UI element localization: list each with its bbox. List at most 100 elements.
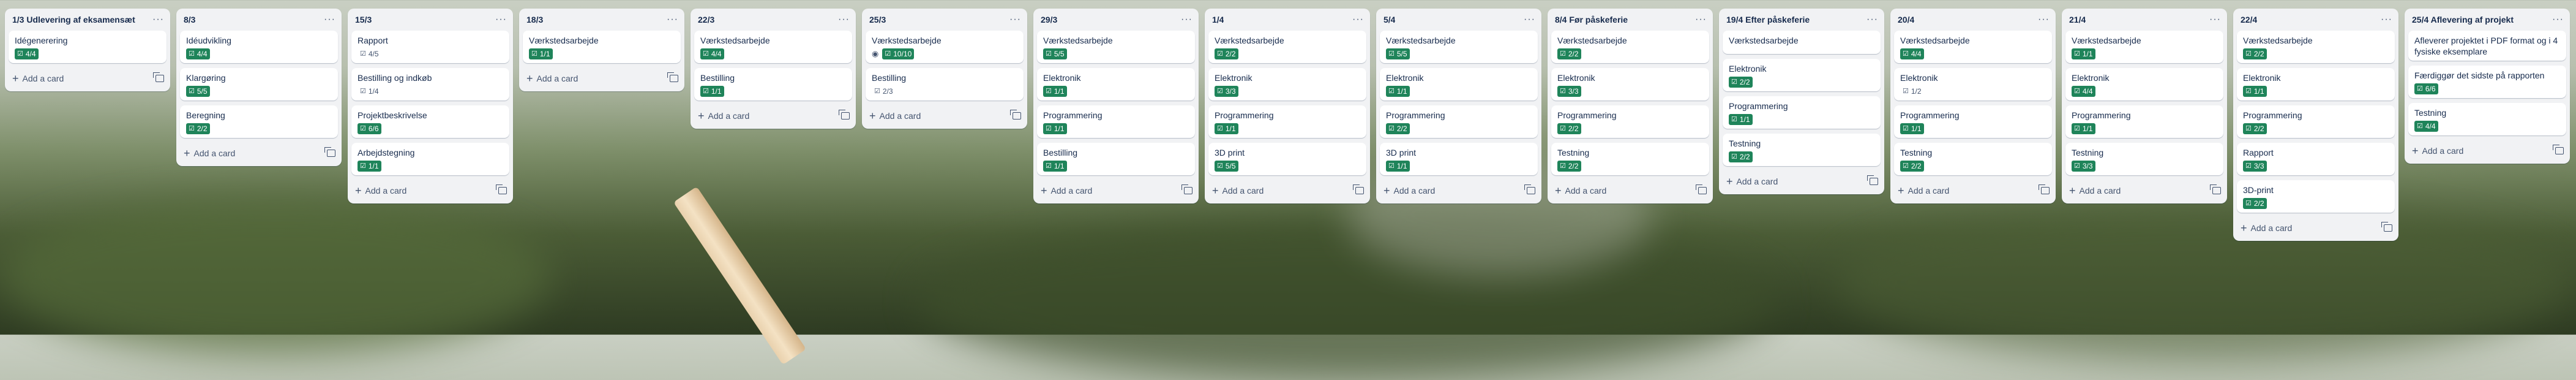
add-card-button[interactable]: + Add a card (1212, 185, 1264, 196)
list-menu-icon[interactable]: ··· (2209, 14, 2221, 25)
card[interactable]: Afleverer projektet i PDF format og i 4 … (2408, 31, 2566, 61)
card[interactable]: Rapport ☑ 3/3 (2237, 143, 2395, 175)
card[interactable]: Elektronik ☑ 1/1 (1037, 68, 1195, 101)
list-menu-icon[interactable]: ··· (495, 14, 507, 25)
list-header[interactable]: 15/3 ··· (348, 9, 513, 28)
list-menu-icon[interactable]: ··· (2381, 14, 2392, 25)
add-card-button[interactable]: + Add a card (2412, 145, 2463, 156)
card[interactable]: Klargøring ☑ 5/5 (180, 68, 338, 101)
card[interactable]: Værkstedsarbejde ☑ 2/2 (1208, 31, 1366, 63)
card[interactable]: Programmering ☑ 2/2 (2237, 105, 2395, 138)
list-menu-icon[interactable]: ··· (667, 14, 678, 25)
card[interactable]: Værkstedsarbejde ☑ 4/4 (1894, 31, 2052, 63)
list-header[interactable]: 22/3 ··· (691, 9, 856, 28)
list-title[interactable]: 15/3 (355, 15, 372, 25)
list-menu-icon[interactable]: ··· (2552, 14, 2564, 25)
card[interactable]: Værkstedsarbejde ☑ 1/1 (523, 31, 681, 63)
list-header[interactable]: 29/3 ··· (1033, 9, 1199, 28)
add-card-button[interactable]: + Add a card (2241, 222, 2292, 234)
card[interactable]: Idéudvikling ☑ 4/4 (180, 31, 338, 63)
card[interactable]: Bestilling ☑ 2/3 (866, 68, 1024, 101)
card[interactable]: Programmering ☑ 2/2 (1380, 105, 1538, 138)
card-template-icon[interactable] (1181, 184, 1193, 194)
card[interactable]: Elektronik ☑ 1/2 (1894, 68, 2052, 101)
list-header[interactable]: 22/4 ··· (2233, 9, 2398, 28)
add-card-button[interactable]: + Add a card (1898, 185, 1949, 196)
list-menu-icon[interactable]: ··· (1866, 14, 1878, 25)
add-card-button[interactable]: + Add a card (184, 148, 235, 159)
list-menu-icon[interactable]: ··· (1695, 14, 1707, 25)
card-template-icon[interactable] (1524, 184, 1535, 194)
card-template-icon[interactable] (1867, 175, 1878, 185)
add-card-button[interactable]: + Add a card (1555, 185, 1606, 196)
card[interactable]: Værkstedsarbejde ◉ ☑ 10/10 (866, 31, 1024, 63)
card[interactable]: Værkstedsarbejde ☑ 2/2 (2237, 31, 2395, 63)
card-template-icon[interactable] (153, 72, 164, 82)
card[interactable]: Elektronik ☑ 3/3 (1208, 68, 1366, 101)
card-template-icon[interactable] (1353, 184, 1364, 194)
card-template-icon[interactable] (496, 184, 507, 194)
list-title[interactable]: 8/4 Før påskeferie (1555, 15, 1628, 25)
list-header[interactable]: 25/4 Aflevering af projekt ··· (2405, 9, 2570, 28)
card[interactable]: Testning ☑ 3/3 (2065, 143, 2223, 175)
list-menu-icon[interactable]: ··· (838, 14, 850, 25)
card[interactable]: Rapport ☑ 4/5 (351, 31, 509, 63)
card-template-icon[interactable] (839, 110, 850, 120)
card[interactable]: 3D print ☑ 5/5 (1208, 143, 1366, 175)
list-title[interactable]: 1/4 (1212, 15, 1224, 25)
card[interactable]: Programmering ☑ 2/2 (1551, 105, 1709, 138)
card[interactable]: Bestilling og indkøb ☑ 1/4 (351, 68, 509, 101)
card[interactable]: Færdiggør det sidste på rapporten ☑ 6/6 (2408, 66, 2566, 98)
list-menu-icon[interactable]: ··· (1009, 14, 1021, 25)
card-template-icon[interactable] (2039, 184, 2050, 194)
list-header[interactable]: 8/3 ··· (176, 9, 342, 28)
card[interactable]: Programmering ☑ 1/1 (1037, 105, 1195, 138)
add-card-button[interactable]: + Add a card (1383, 185, 1435, 196)
list-title[interactable]: 25/3 (869, 15, 886, 25)
card[interactable]: Programmering ☑ 1/1 (1208, 105, 1366, 138)
list-title[interactable]: 25/4 Aflevering af projekt (2412, 15, 2514, 25)
list-header[interactable]: 20/4 ··· (1890, 9, 2056, 28)
card[interactable]: Beregning ☑ 2/2 (180, 105, 338, 138)
list-header[interactable]: 21/4 ··· (2062, 9, 2227, 28)
card-template-icon[interactable] (2381, 222, 2392, 232)
list-header[interactable]: 18/3 ··· (519, 9, 684, 28)
card[interactable]: Værkstedsarbejde ☑ 4/4 (694, 31, 852, 63)
card[interactable]: Testning ☑ 4/4 (2408, 103, 2566, 135)
list-title[interactable]: 19/4 Efter påskeferie (1726, 15, 1810, 25)
list-header[interactable]: 25/3 ··· (862, 9, 1027, 28)
add-card-button[interactable]: + Add a card (12, 73, 64, 84)
list-menu-icon[interactable]: ··· (1524, 14, 1535, 25)
card[interactable]: Elektronik ☑ 2/2 (1723, 59, 1881, 91)
card[interactable]: Elektronik ☑ 4/4 (2065, 68, 2223, 101)
list-header[interactable]: 19/4 Efter påskeferie ··· (1719, 9, 1884, 28)
list-menu-icon[interactable]: ··· (1352, 14, 1364, 25)
card[interactable]: Arbejdstegning ☑ 1/1 (351, 143, 509, 175)
list-title[interactable]: 29/3 (1041, 15, 1057, 25)
add-card-button[interactable]: + Add a card (1041, 185, 1092, 196)
card[interactable]: Elektronik ☑ 1/1 (2237, 68, 2395, 101)
card[interactable]: Testning ☑ 2/2 (1551, 143, 1709, 175)
card-template-icon[interactable] (1010, 110, 1021, 120)
list-menu-icon[interactable]: ··· (2038, 14, 2050, 25)
list-title[interactable]: 8/3 (184, 15, 195, 25)
list-header[interactable]: 1/3 Udlevering af eksamensæt ··· (5, 9, 170, 28)
list-menu-icon[interactable]: ··· (152, 14, 164, 25)
card[interactable]: Programmering ☑ 1/1 (2065, 105, 2223, 138)
card[interactable]: Værkstedsarbejde ☑ 1/1 (2065, 31, 2223, 63)
card-template-icon[interactable] (2210, 184, 2221, 194)
add-card-button[interactable]: + Add a card (526, 73, 578, 84)
card[interactable]: Bestilling ☑ 1/1 (1037, 143, 1195, 175)
list-title[interactable]: 5/4 (1383, 15, 1395, 25)
card[interactable]: Programmering ☑ 1/1 (1894, 105, 2052, 138)
card[interactable]: Idégenerering ☑ 4/4 (9, 31, 167, 63)
card[interactable]: Værkstedsarbejde ☑ 5/5 (1380, 31, 1538, 63)
list-header[interactable]: 8/4 Før påskeferie ··· (1548, 9, 1713, 28)
card[interactable]: Værkstedsarbejde (1723, 31, 1881, 54)
card[interactable]: Testning ☑ 2/2 (1723, 134, 1881, 166)
add-card-button[interactable]: + Add a card (698, 110, 749, 121)
list-header[interactable]: 5/4 ··· (1376, 9, 1541, 28)
list-title[interactable]: 22/3 (698, 15, 714, 25)
list-header[interactable]: 1/4 ··· (1205, 9, 1370, 28)
card[interactable]: Værkstedsarbejde ☑ 2/2 (1551, 31, 1709, 63)
